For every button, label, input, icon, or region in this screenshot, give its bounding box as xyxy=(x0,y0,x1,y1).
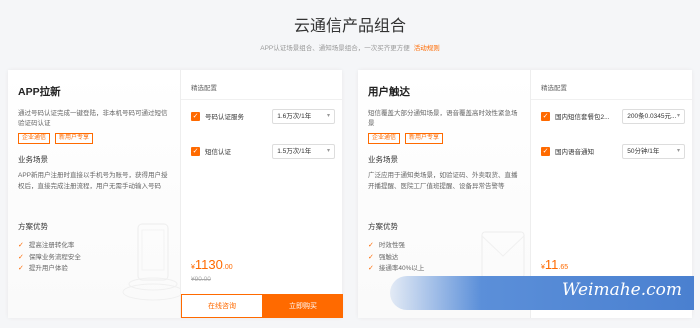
chevron-down-icon: ▾ xyxy=(676,147,680,154)
config-heading: 精选配置 xyxy=(531,70,692,100)
check-icon: ✓ xyxy=(18,242,24,249)
advantage-text: 提升用户体验 xyxy=(28,265,68,272)
advantage-text: 接通率40%以上 xyxy=(378,265,425,272)
card-info: APP拉新 通过号码认证完成一键登陆，非本机号码可通过短信验证码认证 企业通信 … xyxy=(8,70,180,318)
check-icon: ✓ xyxy=(368,265,374,272)
tag-list: 企业通信 新用户专享 xyxy=(368,133,520,144)
check-icon: ✓ xyxy=(18,265,24,272)
spec-select-value: 1.6万次/1年 xyxy=(277,112,312,120)
spec-select-value: 50分钟/1年 xyxy=(627,147,660,155)
chevron-down-icon: ▾ xyxy=(676,112,680,119)
decoration-illustration xyxy=(122,223,180,301)
price-decimal: .00 xyxy=(222,264,233,271)
original-price: ¥90.00 xyxy=(191,276,211,283)
advantage-text: 时效性强 xyxy=(378,242,405,249)
product-card-app: APP拉新 通过号码认证完成一键登陆，非本机号码可通过短信验证码认证 企业通信 … xyxy=(8,70,343,318)
price-integer: 11 xyxy=(544,257,559,272)
chevron-down-icon: ▾ xyxy=(326,112,330,119)
scene-heading: 业务场景 xyxy=(18,155,48,164)
subtitle-text: APP认证场景组合、通知场景组合，一次买齐更方便 xyxy=(260,45,410,52)
checkbox-checked-icon[interactable]: ✓ xyxy=(191,146,200,156)
tag: 新用户专享 xyxy=(405,133,444,144)
page-title: 云通信产品组合 xyxy=(293,18,406,35)
spec-select[interactable]: 50分钟/1年 ▾ xyxy=(622,143,685,159)
card-description: 通过号码认证完成一键登陆，非本机号码可通过短信验证码认证 xyxy=(18,110,168,127)
watermark-banner: Weimahe.com xyxy=(390,276,694,310)
tag: 企业通信 xyxy=(368,133,401,144)
page-subtitle: APP认证场景组合、通知场景组合，一次买齐更方便 活动规则 xyxy=(0,42,700,52)
scene-text: APP新用户注册时直接以手机号为账号，获得用户授权后，直接完成注册流程，用户无需… xyxy=(18,172,168,190)
scene-text: 广泛应用于通知类场景，如验证码、外卖取货、直播开播提醒、医院工厂值班提醒、设备异… xyxy=(368,172,518,190)
tag: 企业通信 xyxy=(18,133,51,144)
price-decimal: .65 xyxy=(558,264,569,271)
config-item-name: 国内短信套餐包2... xyxy=(555,114,610,121)
price: ¥11.65 xyxy=(541,256,568,274)
advantage-text: 提高注册转化率 xyxy=(28,242,75,249)
check-icon: ✓ xyxy=(368,253,374,261)
rules-link[interactable]: 活动规则 xyxy=(414,45,440,52)
config-item-name: 号码认证服务 xyxy=(205,114,244,121)
price: ¥1130.00 xyxy=(191,256,233,274)
card-description: 短信覆盖大部分通知场景，语音覆盖高时效性紧急场景 xyxy=(368,110,518,127)
action-buttons: 在线咨询 立即购买 xyxy=(181,294,343,318)
config-item: ✓ 短信认证 1.5万次/1年 ▾ xyxy=(191,143,335,159)
price-integer: 1130 xyxy=(194,257,223,272)
consult-button[interactable]: 在线咨询 xyxy=(181,294,263,318)
tag-list: 企业通信 新用户专享 xyxy=(18,133,170,144)
check-icon: ✓ xyxy=(368,242,374,249)
card-title: 用户触达 xyxy=(368,86,410,98)
spec-select[interactable]: 1.5万次/1年 ▾ xyxy=(272,143,335,159)
watermark-text: Weimahe.com xyxy=(561,280,682,300)
advantage-text: 保障业务流程安全 xyxy=(28,253,81,261)
config-item-name: 短信认证 xyxy=(205,149,231,156)
tag: 新用户专享 xyxy=(55,133,94,144)
config-item: ✓ 国内语音通知 50分钟/1年 ▾ xyxy=(541,143,685,159)
checkbox-checked-icon[interactable]: ✓ xyxy=(541,111,550,121)
checkbox-checked-icon[interactable]: ✓ xyxy=(191,111,200,121)
card-title: APP拉新 xyxy=(18,86,61,98)
config-heading: 精选配置 xyxy=(181,70,342,100)
config-item-name: 国内语音通知 xyxy=(555,149,594,156)
spec-select[interactable]: 1.6万次/1年 ▾ xyxy=(272,108,335,124)
buy-button[interactable]: 立即购买 xyxy=(263,294,343,318)
config-item: ✓ 号码认证服务 1.6万次/1年 ▾ xyxy=(191,108,335,124)
chevron-down-icon: ▾ xyxy=(326,147,330,154)
spec-select-value: 200条0.0345元... xyxy=(627,112,677,120)
checkbox-checked-icon[interactable]: ✓ xyxy=(541,146,550,156)
config-item: ✓ 国内短信套餐包2... 200条0.0345元... ▾ xyxy=(541,108,685,124)
check-icon: ✓ xyxy=(18,253,24,261)
spec-select-value: 1.5万次/1年 xyxy=(277,147,312,155)
scene-heading: 业务场景 xyxy=(368,155,398,164)
config-panel: 精选配置 ✓ 号码认证服务 1.6万次/1年 ▾ ✓ 短信认证 1.5万次/1年 ▾… xyxy=(180,70,343,318)
advantage-text: 强触达 xyxy=(378,253,399,261)
spec-select[interactable]: 200条0.0345元... ▾ xyxy=(622,108,685,124)
